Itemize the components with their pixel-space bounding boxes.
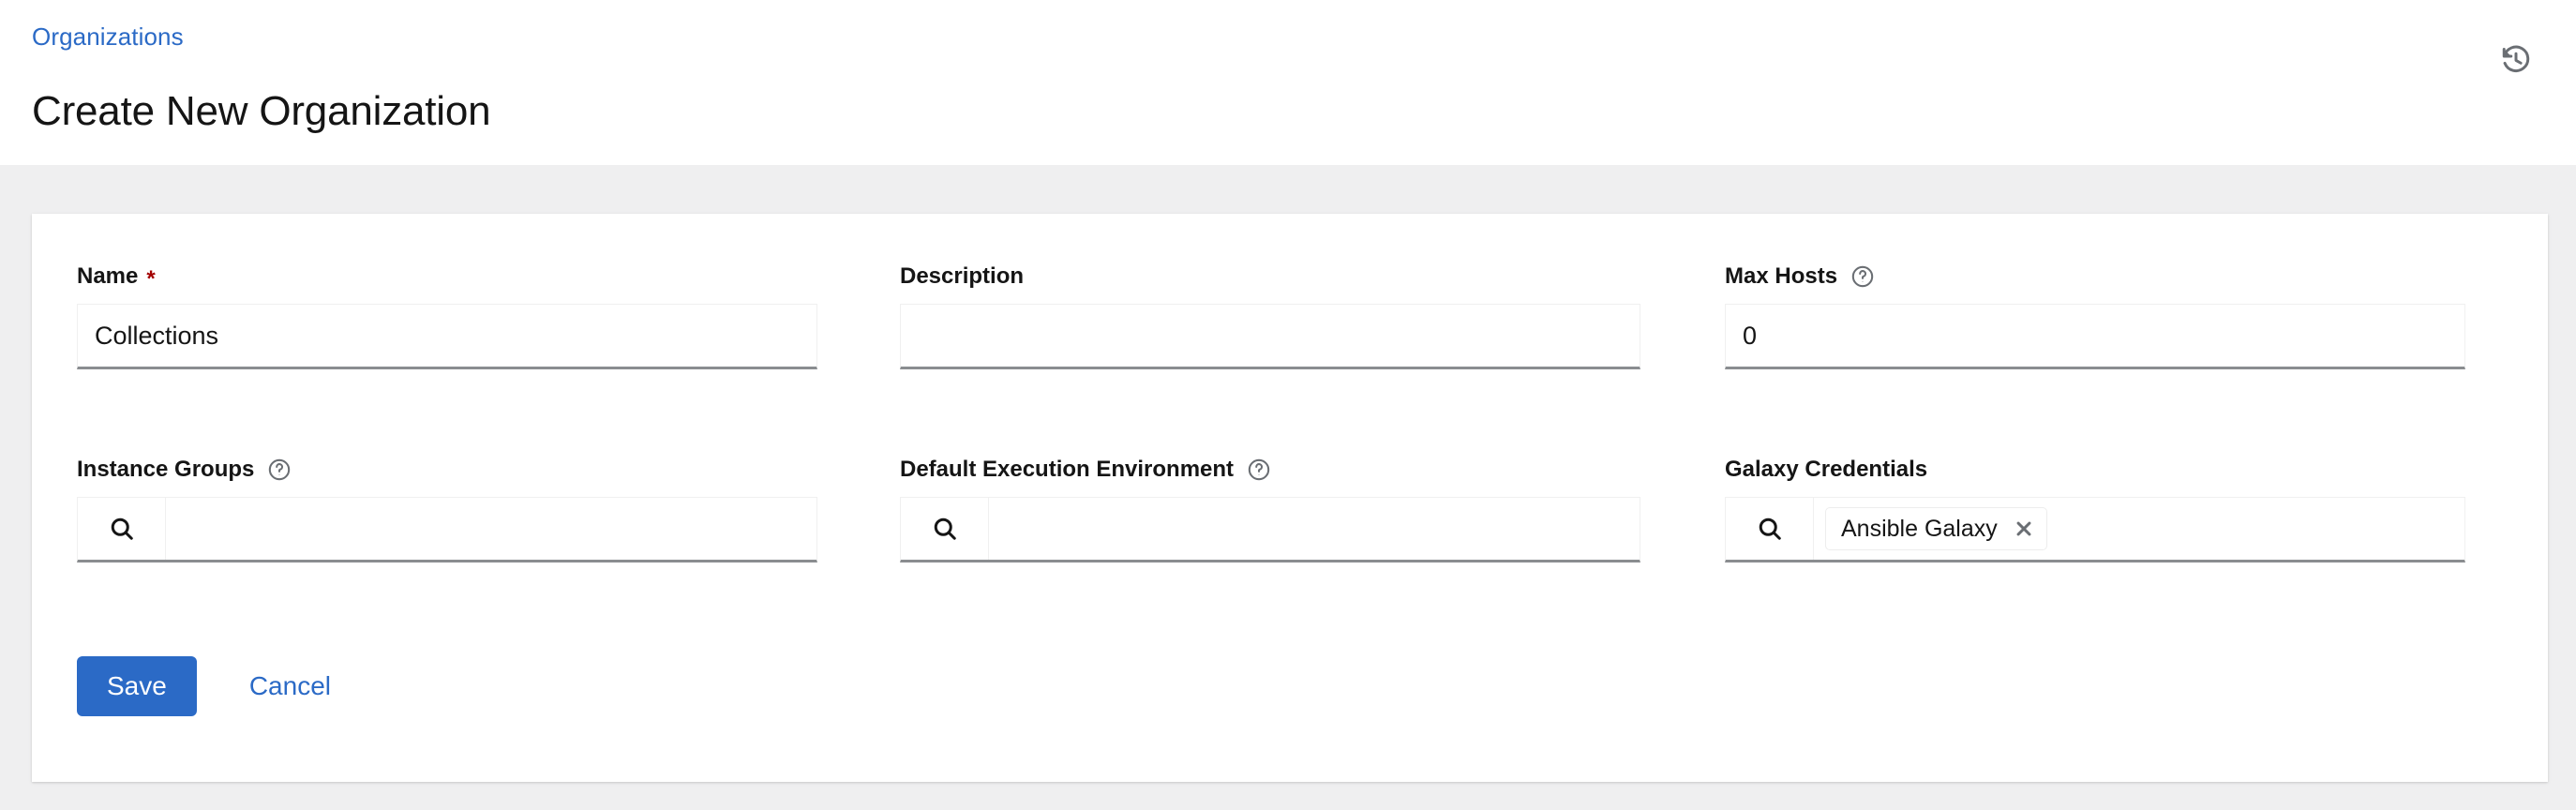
field-label-name: Name * bbox=[77, 262, 817, 291]
description-label-text: Description bbox=[900, 263, 1024, 290]
instance-groups-search-button[interactable] bbox=[78, 498, 166, 560]
name-input[interactable] bbox=[77, 304, 817, 369]
field-label-default-execution-environment: Default Execution Environment bbox=[900, 456, 1640, 484]
question-circle-icon[interactable] bbox=[267, 458, 292, 482]
history-button[interactable] bbox=[2490, 34, 2542, 86]
save-button[interactable]: Save bbox=[77, 656, 197, 716]
default-execution-environment-input[interactable] bbox=[989, 498, 1640, 560]
field-instance-groups: Instance Groups bbox=[77, 456, 817, 562]
history-icon bbox=[2500, 44, 2532, 76]
question-circle-icon[interactable] bbox=[1247, 458, 1271, 482]
breadcrumb-organizations[interactable]: Organizations bbox=[32, 22, 184, 51]
search-icon bbox=[931, 515, 959, 543]
field-label-galaxy-credentials: Galaxy Credentials bbox=[1725, 456, 2465, 484]
form-actions: Save Cancel bbox=[77, 656, 344, 716]
instance-groups-input[interactable] bbox=[166, 498, 816, 560]
galaxy-credentials-label-text: Galaxy Credentials bbox=[1725, 457, 1927, 483]
field-description: Description bbox=[900, 262, 1640, 369]
field-name: Name * bbox=[77, 262, 817, 369]
galaxy-credentials-search-button[interactable] bbox=[1726, 498, 1814, 560]
chip-label: Ansible Galaxy bbox=[1841, 518, 1998, 541]
search-icon bbox=[1756, 515, 1784, 543]
max-hosts-input[interactable] bbox=[1725, 304, 2465, 369]
page-header: Organizations Create New Organization bbox=[0, 0, 2576, 165]
field-galaxy-credentials: Galaxy Credentials Ansible Galaxy bbox=[1725, 456, 2465, 562]
required-indicator: * bbox=[146, 268, 155, 291]
field-label-instance-groups: Instance Groups bbox=[77, 456, 817, 484]
create-organization-page: Organizations Create New Organization Na… bbox=[0, 0, 2576, 810]
field-label-description: Description bbox=[900, 262, 1640, 291]
galaxy-credentials-lookup: Ansible Galaxy bbox=[1725, 497, 2465, 562]
field-default-execution-environment: Default Execution Environment bbox=[900, 456, 1640, 562]
chip-remove-button[interactable] bbox=[2007, 512, 2041, 546]
search-icon bbox=[108, 515, 136, 543]
instance-groups-label-text: Instance Groups bbox=[77, 457, 254, 483]
page-title: Create New Organization bbox=[32, 87, 490, 136]
description-input[interactable] bbox=[900, 304, 1640, 369]
field-max-hosts: Max Hosts bbox=[1725, 262, 2465, 369]
times-icon bbox=[2014, 518, 2034, 539]
cancel-button[interactable]: Cancel bbox=[236, 656, 344, 716]
default-execution-environment-search-button[interactable] bbox=[901, 498, 989, 560]
question-circle-icon[interactable] bbox=[1850, 264, 1875, 289]
instance-groups-lookup bbox=[77, 497, 817, 562]
chip: Ansible Galaxy bbox=[1825, 507, 2047, 550]
max-hosts-label-text: Max Hosts bbox=[1725, 263, 1837, 290]
default-execution-environment-lookup bbox=[900, 497, 1640, 562]
galaxy-credentials-input[interactable]: Ansible Galaxy bbox=[1814, 498, 2464, 560]
form-card: Name * Description Max Hosts bbox=[32, 214, 2548, 782]
default-execution-environment-label-text: Default Execution Environment bbox=[900, 457, 1234, 483]
field-label-max-hosts: Max Hosts bbox=[1725, 262, 2465, 291]
name-label-text: Name bbox=[77, 263, 138, 290]
